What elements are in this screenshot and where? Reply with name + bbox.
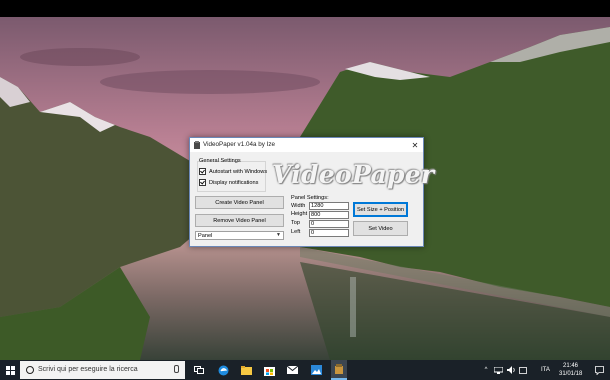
black-letterbox-top — [0, 0, 610, 17]
store-icon[interactable] — [263, 364, 275, 376]
top-label: Top — [291, 220, 301, 226]
desktop-screen: VideoPaper v1.04a by Ize ✕ General Setti… — [0, 0, 610, 380]
autostart-checkbox-row[interactable]: Autostart with Windows — [199, 168, 267, 175]
taskbar-search-box[interactable]: Scrivi qui per eseguire la ricerca — [20, 361, 185, 379]
network-icon[interactable] — [493, 364, 503, 376]
photos-icon[interactable] — [310, 364, 322, 376]
mail-icon[interactable] — [286, 364, 298, 376]
notifications-icon[interactable] — [593, 364, 605, 376]
left-label: Left — [291, 229, 301, 235]
logo-text: VideoPaper — [272, 160, 435, 189]
videopaper-logo: VideoPaper — [270, 156, 434, 192]
notifications-label: Display notifications — [209, 179, 259, 186]
clock-date[interactable]: 31/01/18 — [559, 371, 582, 377]
file-explorer-icon[interactable] — [240, 364, 252, 376]
left-field[interactable]: 0 — [309, 229, 349, 237]
top-field[interactable]: 0 — [309, 220, 349, 228]
create-video-panel-button[interactable]: Create Video Panel — [195, 196, 284, 209]
videopaper-taskbar-icon[interactable] — [331, 360, 347, 380]
set-size-position-button[interactable]: Set Size + Position — [353, 202, 408, 217]
general-settings-label: General Settings — [199, 158, 241, 164]
autostart-label: Autostart with Windows — [209, 168, 268, 175]
close-icon: ✕ — [411, 140, 419, 150]
chevron-down-icon: ▼ — [276, 232, 281, 238]
volume-icon[interactable] — [506, 364, 516, 376]
search-placeholder: Scrivi qui per eseguire la ricerca — [38, 366, 138, 373]
set-video-button[interactable]: Set Video — [353, 221, 408, 236]
height-label: Height — [291, 211, 308, 217]
autostart-checkbox[interactable] — [199, 168, 206, 175]
clock-time[interactable]: 21:46 — [563, 363, 578, 369]
width-field[interactable]: 1280 — [309, 202, 349, 210]
width-label: Width — [291, 203, 306, 209]
task-view-icon[interactable] — [193, 364, 205, 376]
panel-select-value: Panel — [198, 233, 213, 239]
notifications-checkbox-row[interactable]: Display notifications — [199, 179, 258, 186]
remove-video-panel-button[interactable]: Remove Video Panel — [195, 214, 284, 227]
cortana-icon — [26, 366, 34, 374]
action-center-icon[interactable] — [518, 364, 528, 376]
panel-select[interactable]: Panel ▼ — [195, 231, 284, 240]
videopaper-window: VideoPaper v1.04a by Ize ✕ General Setti… — [189, 137, 434, 247]
general-settings-group — [197, 161, 266, 192]
window-title: VideoPaper v1.04a by Ize — [203, 141, 275, 148]
height-field[interactable]: 800 — [309, 211, 349, 219]
notifications-checkbox[interactable] — [199, 179, 206, 186]
windows-logo-icon — [5, 365, 15, 375]
panel-settings-label: Panel Settings: — [291, 195, 329, 201]
taskbar: Scrivi qui per eseguire la ricerca ^ ITA… — [0, 360, 610, 380]
close-button[interactable]: ✕ — [407, 138, 423, 152]
start-button[interactable] — [0, 360, 20, 380]
edge-icon[interactable] — [217, 364, 229, 376]
microphone-icon[interactable] — [174, 365, 179, 373]
language-indicator[interactable]: ITA — [541, 367, 550, 373]
window-titlebar[interactable]: VideoPaper v1.04a by Ize ✕ — [190, 138, 423, 152]
app-icon — [194, 141, 200, 149]
chevron-up-icon[interactable]: ^ — [482, 364, 490, 376]
